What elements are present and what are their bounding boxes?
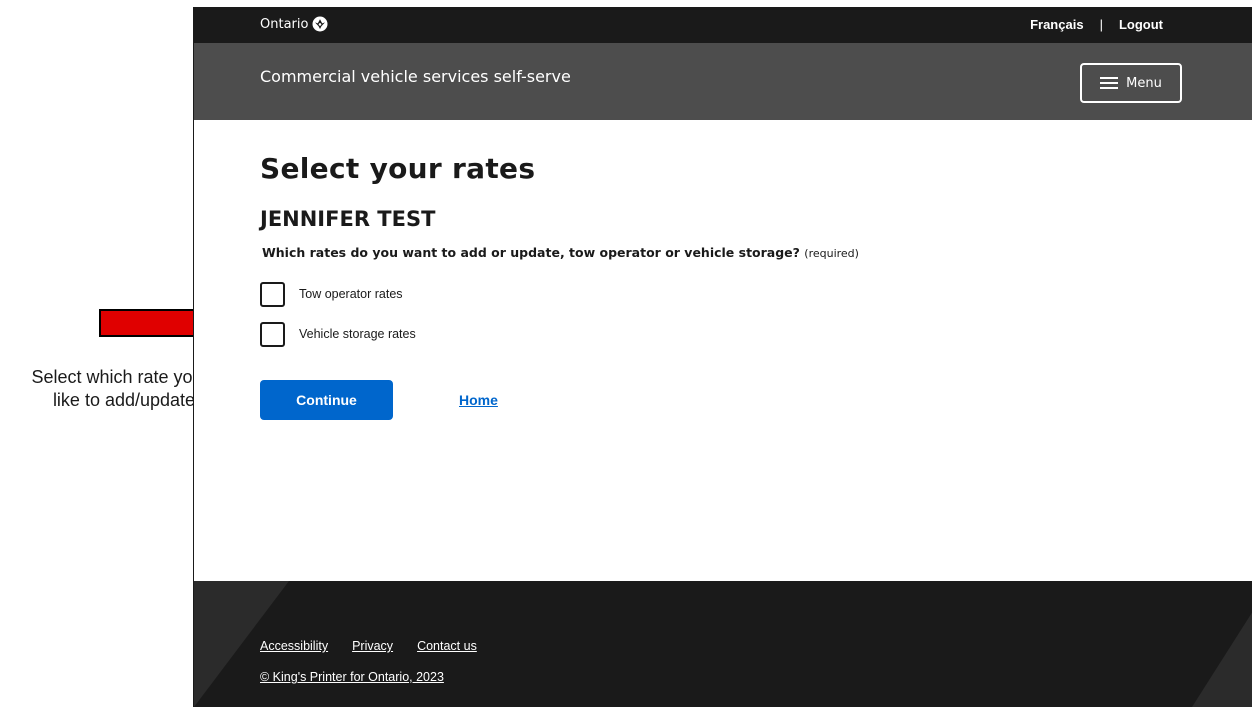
nav-separator: | [1099, 17, 1103, 32]
rates-question-text: Which rates do you want to add or update… [262, 245, 800, 260]
person-name: JENNIFER TEST [260, 207, 436, 231]
footer-link-contact-us[interactable]: Contact us [417, 639, 477, 653]
tow-operator-rates-label[interactable]: Tow operator rates [299, 287, 403, 301]
home-link[interactable]: Home [459, 392, 498, 408]
hamburger-icon [1100, 77, 1119, 89]
rate-options: Tow operator rates Vehicle storage rates [260, 274, 1160, 354]
required-note: (required) [804, 247, 859, 260]
language-toggle-link[interactable]: Français [1030, 17, 1083, 32]
menu-button-label: Menu [1126, 75, 1162, 91]
ontario-logo-text: Ontario [260, 16, 309, 32]
footer-link-privacy[interactable]: Privacy [352, 639, 393, 653]
menu-button[interactable]: Menu [1080, 63, 1182, 103]
ontario-logo[interactable]: Ontario [260, 16, 328, 32]
top-bar: Ontario Français | Logout [194, 7, 1252, 43]
footer-link-accessibility[interactable]: Accessibility [260, 639, 328, 653]
top-nav: Français | Logout [1030, 17, 1163, 32]
vehicle-storage-rates-checkbox[interactable] [260, 321, 285, 347]
footer: Accessibility Privacy Contact us © King'… [194, 581, 1252, 707]
app-window: Ontario Français | Logout Commercial veh… [193, 7, 1252, 707]
service-bar: Commercial vehicle services self-serve M… [194, 43, 1252, 120]
page-title: Select your rates [260, 152, 536, 185]
main-content: Select your rates JENNIFER TEST Which ra… [260, 152, 1160, 420]
continue-button[interactable]: Continue [260, 380, 393, 420]
option-vehicle-storage-rates[interactable]: Vehicle storage rates [260, 314, 1160, 354]
vehicle-storage-rates-label[interactable]: Vehicle storage rates [299, 327, 416, 341]
service-title[interactable]: Commercial vehicle services self-serve [260, 67, 571, 86]
rates-question: Which rates do you want to add or update… [262, 245, 1160, 260]
footer-copyright[interactable]: © King's Printer for Ontario, 2023 [260, 670, 444, 684]
logout-link[interactable]: Logout [1119, 17, 1163, 32]
ontario-trillium-icon [312, 16, 328, 32]
tow-operator-rates-checkbox[interactable] [260, 281, 285, 307]
option-tow-operator-rates[interactable]: Tow operator rates [260, 274, 1160, 314]
footer-links: Accessibility Privacy Contact us [260, 639, 477, 653]
form-actions: Continue Home [260, 380, 1160, 420]
